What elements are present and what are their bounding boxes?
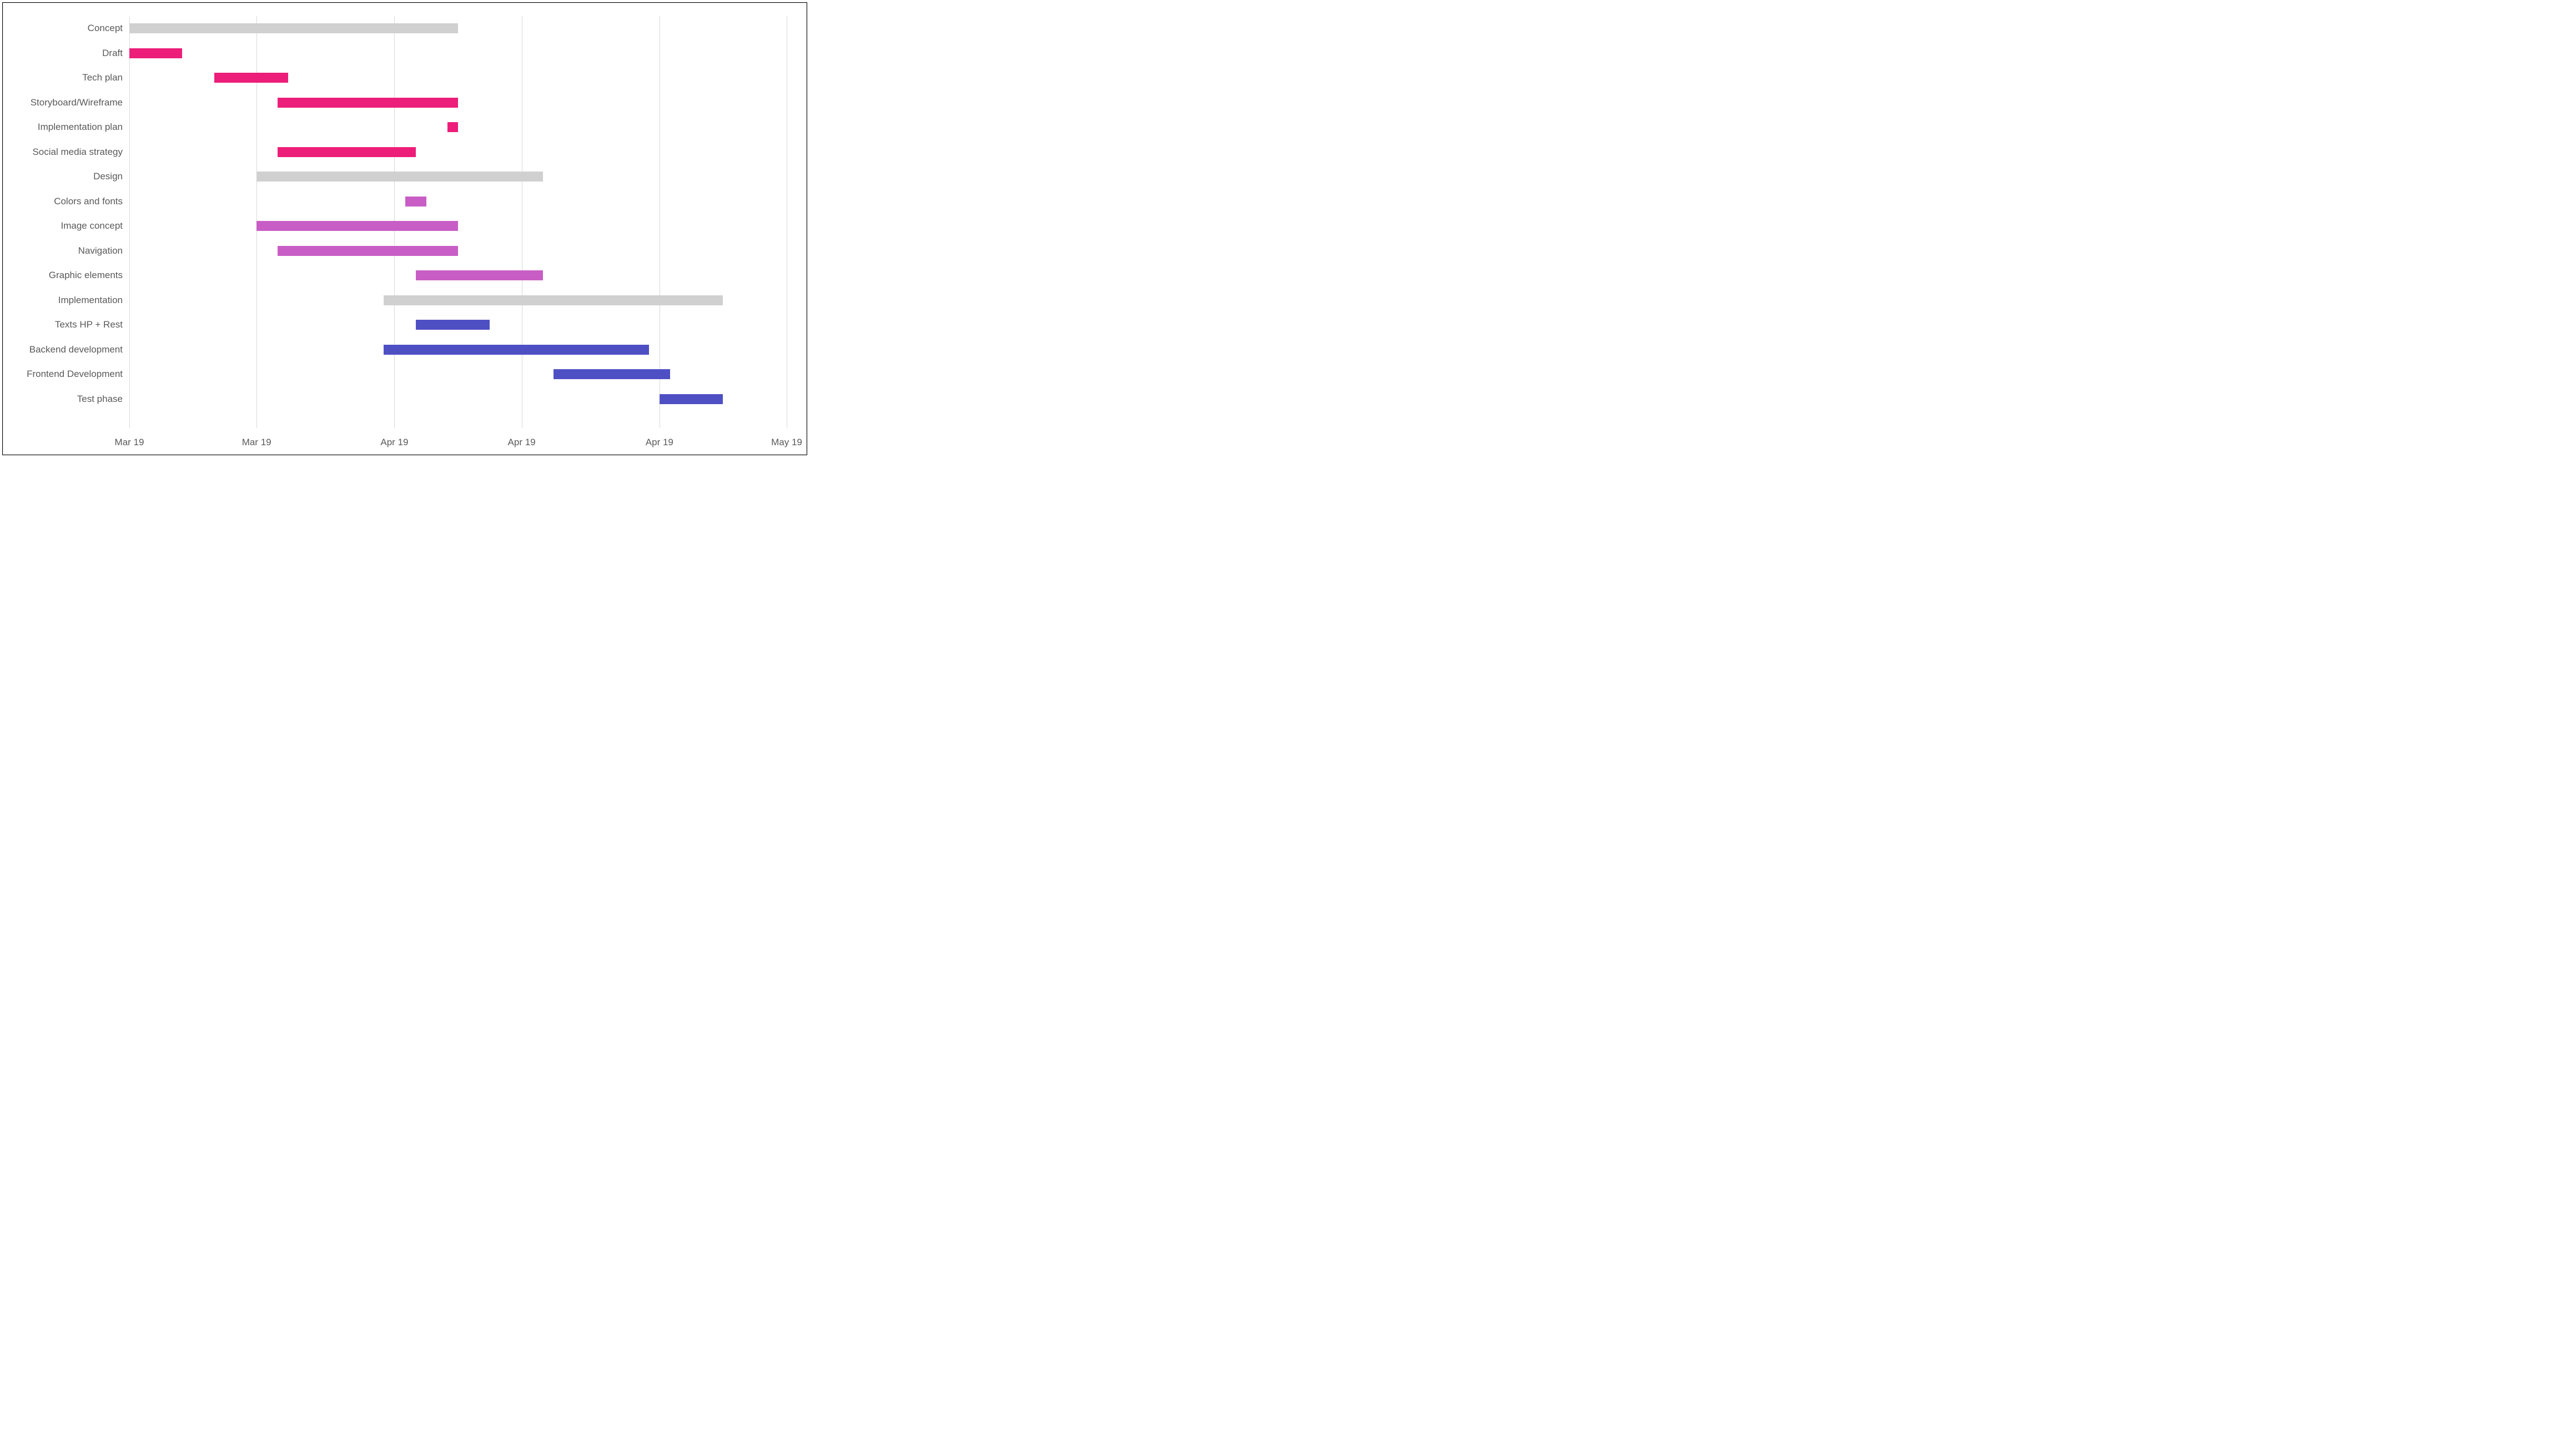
gantt-task-label: Navigation xyxy=(3,245,123,256)
gantt-task-label: Texts HP + Rest xyxy=(3,319,123,330)
gantt-task-label: Graphic elements xyxy=(3,270,123,281)
gantt-bar-wrap xyxy=(129,66,787,90)
gantt-bar-wrap xyxy=(129,313,787,338)
gantt-task-bar xyxy=(278,147,415,157)
gantt-task-bar xyxy=(416,270,543,280)
gantt-summary-bar xyxy=(129,23,458,33)
gantt-task-row: Draft xyxy=(3,41,787,66)
gantt-task-bar xyxy=(278,246,458,256)
x-tick-label: Apr 19 xyxy=(508,437,536,448)
gantt-task-bar xyxy=(416,320,490,330)
gantt-task-label: Tech plan xyxy=(3,72,123,83)
gantt-task-bar xyxy=(256,221,458,231)
gantt-bar-wrap xyxy=(129,164,787,189)
gantt-bar-wrap xyxy=(129,41,787,66)
gantt-plot-area: ConceptDraftTech planStoryboard/Wirefram… xyxy=(129,16,787,428)
gantt-bar-wrap xyxy=(129,387,787,412)
gantt-task-label: Image concept xyxy=(3,220,123,231)
x-tick-label: May 19 xyxy=(771,437,802,448)
gantt-task-row: Colors and fonts xyxy=(3,189,787,214)
gantt-task-row: Implementation plan xyxy=(3,115,787,140)
gantt-task-bar xyxy=(278,98,458,108)
x-tick-label: Apr 19 xyxy=(380,437,408,448)
gantt-task-bar xyxy=(660,394,723,404)
gantt-task-label: Concept xyxy=(3,23,123,34)
gantt-task-label: Frontend Development xyxy=(3,369,123,380)
gantt-bar-wrap xyxy=(129,288,787,313)
gantt-bar-wrap xyxy=(129,16,787,41)
gantt-task-label: Social media strategy xyxy=(3,147,123,158)
gantt-summary-bar xyxy=(384,295,723,305)
gantt-bar-wrap xyxy=(129,239,787,264)
gantt-chart: Concept Draft Tech plan Storyboard/Wirefram… xyxy=(2,2,807,455)
gantt-task-bar xyxy=(447,122,458,132)
gantt-bar-wrap xyxy=(129,263,787,288)
gantt-task-row: Backend development xyxy=(3,338,787,363)
gantt-task-label: Implementation xyxy=(3,295,123,306)
gantt-bar-wrap xyxy=(129,338,787,363)
gantt-task-label: Implementation plan xyxy=(3,122,123,133)
gantt-task-bar xyxy=(214,73,289,83)
gantt-task-bar xyxy=(384,345,648,355)
x-tick-label: Mar 19 xyxy=(242,437,271,448)
gantt-task-row: Tech plan xyxy=(3,66,787,90)
gantt-task-row: Concept xyxy=(3,16,787,41)
gantt-task-row: Texts HP + Rest xyxy=(3,313,787,338)
x-tick-label: Apr 19 xyxy=(646,437,673,448)
x-tick-label: Mar 19 xyxy=(115,437,144,448)
gantt-task-row: Test phase xyxy=(3,387,787,412)
gantt-task-row: Navigation xyxy=(3,239,787,264)
gantt-task-row: Graphic elements xyxy=(3,263,787,288)
gantt-task-label: Test phase xyxy=(3,394,123,405)
gantt-task-label: Draft xyxy=(3,48,123,59)
gantt-task-label: Colors and fonts xyxy=(3,196,123,207)
gantt-bar-wrap xyxy=(129,362,787,387)
gantt-task-row: Social media strategy xyxy=(3,140,787,165)
gantt-task-row: Implementation xyxy=(3,288,787,313)
gantt-bar-wrap xyxy=(129,189,787,214)
gantt-task-row: Image concept xyxy=(3,214,787,239)
gantt-task-label: Backend development xyxy=(3,344,123,355)
gantt-task-bar xyxy=(405,197,426,207)
gantt-bar-wrap xyxy=(129,115,787,140)
gantt-task-label: Storyboard/Wireframe xyxy=(3,97,123,108)
gantt-x-axis: Mar 19Mar 19Apr 19Apr 19Apr 19May 19 xyxy=(129,428,787,455)
gantt-bar-wrap xyxy=(129,90,787,115)
gantt-task-bar xyxy=(554,369,670,379)
gantt-task-row: Frontend Development xyxy=(3,362,787,387)
gantt-bar-wrap xyxy=(129,214,787,239)
gantt-task-label: Design xyxy=(3,171,123,182)
gantt-summary-bar xyxy=(256,172,543,182)
gantt-bar-wrap xyxy=(129,140,787,165)
gantt-task-bar xyxy=(129,48,182,58)
gantt-task-row: Storyboard/Wireframe xyxy=(3,90,787,115)
gantt-task-row: Design xyxy=(3,164,787,189)
